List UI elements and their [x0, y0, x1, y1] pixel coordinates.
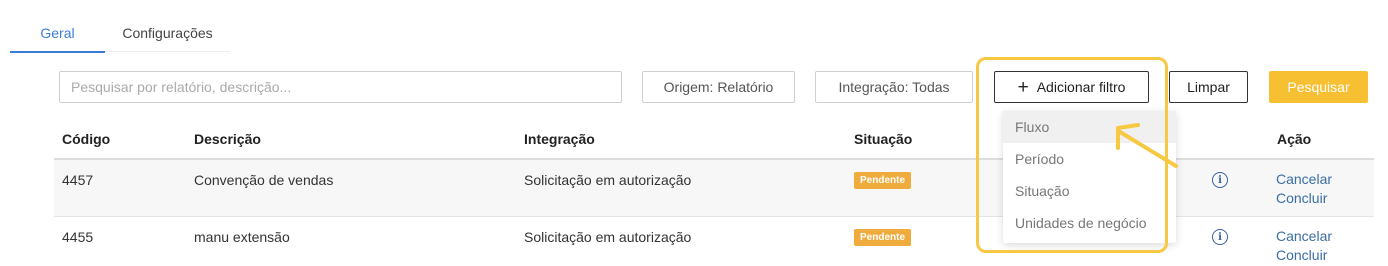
filter-option-situacao[interactable]: Situação: [1003, 175, 1176, 207]
status-badge: Pendente: [854, 172, 912, 189]
column-header-codigo: Código: [62, 131, 111, 147]
clear-button[interactable]: Limpar: [1169, 71, 1248, 103]
cancel-link[interactable]: Cancelar: [1276, 170, 1332, 189]
table-row: 4457 Convenção de vendas Solicitação em …: [54, 160, 1374, 217]
cell-codigo: 4457: [62, 172, 94, 188]
table-row: 4455 manu extensão Solicitação em autori…: [54, 218, 1374, 266]
info-icon[interactable]: i: [1212, 229, 1228, 245]
add-filter-label: Adicionar filtro: [1036, 79, 1126, 95]
info-icon[interactable]: i: [1212, 172, 1228, 188]
column-header-situacao: Situação: [854, 131, 913, 147]
filter-option-fluxo[interactable]: Fluxo: [1003, 111, 1176, 143]
tab-geral[interactable]: Geral: [10, 14, 105, 53]
filter-dropdown-menu: Fluxo Período Situação Unidades de negóc…: [1003, 111, 1176, 243]
column-header-integracao: Integração: [524, 131, 595, 147]
cell-integracao: Solicitação em autorização: [524, 229, 692, 245]
filter-option-periodo[interactable]: Período: [1003, 143, 1176, 175]
add-filter-button[interactable]: + Adicionar filtro: [994, 71, 1149, 103]
plus-icon: +: [1017, 76, 1029, 98]
status-badge: Pendente: [854, 229, 912, 246]
tab-configuracoes[interactable]: Configurações: [105, 14, 230, 52]
conclude-link[interactable]: Concluir: [1276, 246, 1327, 265]
column-header-descricao: Descrição: [194, 131, 261, 147]
integracao-filter-button[interactable]: Integração: Todas: [815, 71, 973, 103]
cancel-link[interactable]: Cancelar: [1276, 227, 1332, 246]
cell-descricao: manu extensão: [194, 229, 290, 245]
column-header-acao: Ação: [1277, 131, 1312, 147]
search-button[interactable]: Pesquisar: [1269, 71, 1368, 103]
cell-codigo: 4455: [62, 229, 94, 245]
cell-integracao: Solicitação em autorização: [524, 172, 692, 188]
tab-bar: Geral Configurações: [10, 14, 230, 53]
conclude-link[interactable]: Concluir: [1276, 189, 1327, 208]
search-input[interactable]: [59, 71, 622, 103]
cell-descricao: Convenção de vendas: [194, 172, 334, 188]
filter-option-unidades[interactable]: Unidades de negócio: [1003, 207, 1176, 239]
origem-filter-button[interactable]: Origem: Relatório: [642, 71, 795, 103]
